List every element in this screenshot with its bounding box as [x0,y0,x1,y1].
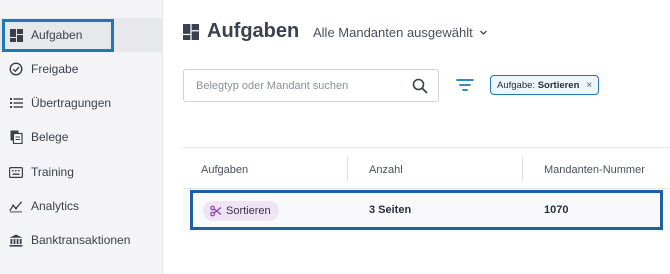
sidebar-item-label: Banktransaktionen [31,233,131,247]
analytics-icon [9,199,23,213]
sidebar-item-belege[interactable]: Belege [0,120,163,154]
column-header[interactable]: Anzahl [369,164,403,176]
sidebar: Aufgaben Freigabe Übertragungen Belege T… [0,0,163,274]
page-title: Aufgaben [207,20,300,42]
chevron-down-icon [479,30,487,35]
bank-icon [9,233,23,247]
mandant-number: 1070 [544,204,569,216]
table-header: Aufgaben Anzahl Mandanten-Nummer [183,147,670,189]
dashboard-icon [183,23,199,40]
sidebar-item-label: Analytics [31,199,80,213]
filter-chip: Aufgabe: Sortieren × [490,75,600,95]
tasks-table: Aufgaben Anzahl Mandanten-Nummer Sortier… [183,147,670,232]
scissors-icon [210,205,222,217]
filter-chip-prefix: Aufgabe: [497,79,536,91]
page-header: Aufgaben [183,20,299,43]
task-name: Sortieren [226,205,271,217]
sidebar-item-training[interactable]: Training [0,155,163,189]
task-tag: Sortieren [203,201,279,221]
column-divider [347,156,348,182]
search-icon[interactable] [412,78,428,94]
sidebar-item-label: Training [31,165,74,179]
search-input[interactable] [184,79,404,92]
documents-icon [9,130,23,144]
sidebar-item-uebertragungen[interactable]: Übertragungen [0,86,163,120]
close-icon[interactable]: × [586,80,592,91]
column-divider [522,156,523,182]
keyboard-icon [9,165,23,179]
filter-icon[interactable] [455,77,475,93]
sidebar-item-aufgaben[interactable]: Aufgaben [0,18,163,52]
sidebar-item-freigabe[interactable]: Freigabe [0,52,163,86]
column-header[interactable]: Aufgaben [201,164,248,176]
check-circle-icon [9,62,23,76]
filter-chip-value: Sortieren [537,79,580,91]
sidebar-item-banktransaktionen[interactable]: Banktransaktionen [0,223,163,257]
column-header[interactable]: Mandanten-Nummer [544,164,645,176]
selection-highlight [2,19,114,52]
sidebar-item-label: Belege [31,130,69,144]
search-field [183,69,439,102]
mandant-select-label: Alle Mandanten ausgewählt [313,25,473,40]
sidebar-item-label: Übertragungen [31,96,112,110]
list-icon [9,96,23,110]
task-count: 3 Seiten [369,204,412,216]
mandant-select[interactable]: Alle Mandanten ausgewählt [313,25,488,40]
sidebar-item-analytics[interactable]: Analytics [0,189,163,223]
sidebar-item-label: Freigabe [31,62,79,76]
table-row[interactable]: Sortieren 3 Seiten 1070 [183,190,670,232]
